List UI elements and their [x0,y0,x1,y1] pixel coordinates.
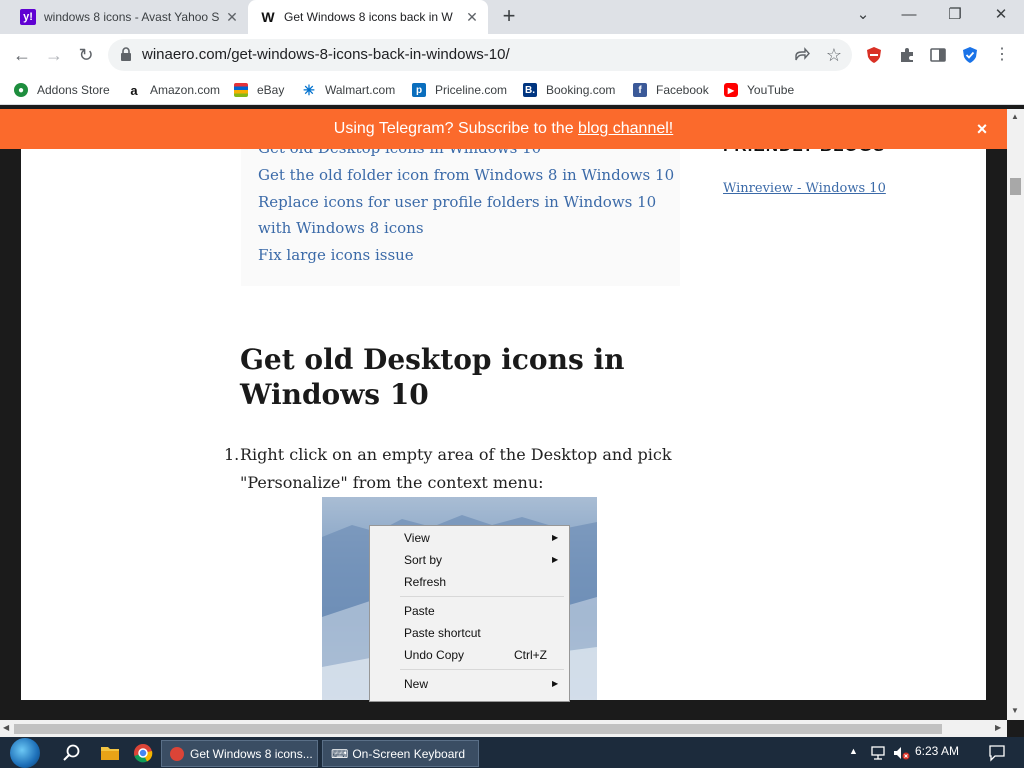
bookmark-youtube[interactable]: ▶ YouTube [724,81,794,99]
walmart-spark-icon: ✳ [303,81,315,98]
bookmark-label: Booking.com [546,83,616,97]
reload-icon[interactable]: ↻ [74,44,98,68]
share-icon[interactable] [792,45,812,65]
winaero-favicon-icon: W [261,9,275,25]
horizontal-scroll-thumb[interactable] [14,724,942,734]
toc-link-folder-icon[interactable]: Get the old folder icon from Windows 8 i… [258,162,674,188]
volume-muted-icon[interactable] [892,745,910,761]
lock-icon[interactable] [120,47,132,61]
search-icon[interactable] [62,743,82,763]
banner-close-icon[interactable]: × [974,119,990,140]
scroll-left-arrow-icon[interactable]: ◀ [3,723,9,732]
menu-item-new[interactable]: New [404,674,428,694]
bookmark-amazon[interactable]: a Amazon.com [127,81,220,99]
step-number: 1. [224,445,240,464]
sidebar-link-winreview[interactable]: Winreview - Windows 10 [723,181,886,196]
bookmark-label: Amazon.com [150,83,221,97]
blog-channel-link[interactable]: blog channel! [578,120,673,137]
vertical-scrollbar[interactable] [1007,109,1024,720]
bookmark-walmart[interactable]: ✳ Walmart.com [302,81,395,99]
ebay-icon [234,83,248,97]
restore-icon[interactable]: ❐ [932,0,978,32]
bookmark-facebook[interactable]: f Facebook [633,81,709,99]
show-hidden-icons-icon[interactable]: ▲ [849,746,858,756]
scroll-right-arrow-icon[interactable]: ▶ [995,723,1001,732]
adblock-shield-icon[interactable] [864,45,884,65]
close-window-icon[interactable]: ✕ [978,0,1024,32]
banner-text: Using Telegram? Subscribe to the blog ch… [0,120,1007,138]
bookmark-label: eBay [257,83,285,97]
bookmark-addons-store[interactable]: ● Addons Store [14,81,110,99]
addons-store-icon: ● [14,83,28,97]
facebook-icon: f [633,83,647,97]
bookmark-priceline[interactable]: p Priceline.com [412,81,507,99]
submenu-arrow-icon: ▶ [552,555,559,564]
bookmark-label: Facebook [656,83,709,97]
tab-winaero[interactable]: W Get Windows 8 icons back in W ✕ [248,0,488,34]
bookmark-label: Priceline.com [435,83,508,97]
action-center-icon[interactable] [988,744,1006,762]
security-shield-icon[interactable] [960,45,980,65]
toc-link-large-icons[interactable]: Fix large icons issue [258,242,414,268]
side-panel-icon[interactable] [928,45,948,65]
network-icon[interactable] [870,745,886,761]
bookmark-label: Walmart.com [325,83,396,97]
step-text: Right click on an empty area of the Desk… [240,445,672,492]
forward-icon[interactable]: → [42,44,66,68]
amazon-icon: a [130,82,138,98]
scroll-up-arrow-icon[interactable]: ▲ [1011,112,1019,121]
new-tab-icon[interactable]: + [496,4,522,30]
taskbar-item-chrome-window[interactable]: Get Windows 8 icons... [161,740,318,767]
tab-yahoo-search[interactable]: y! windows 8 icons - Avast Yahoo S ✕ [8,0,248,34]
taskbar-item-label: On-Screen Keyboard [352,746,466,761]
file-explorer-icon[interactable] [100,744,120,762]
taskbar-item-label: Get Windows 8 icons... [190,746,313,761]
menu-separator [400,596,564,597]
vertical-scroll-thumb[interactable] [1010,178,1021,195]
close-tab-icon[interactable]: ✕ [222,9,242,26]
menu-kebab-icon[interactable]: ⋮ [994,45,1010,65]
close-tab-icon[interactable]: ✕ [462,9,482,26]
menu-item-refresh[interactable]: Refresh [404,572,446,592]
chrome-small-icon [170,746,184,761]
start-button-icon[interactable] [10,738,40,768]
menu-shortcut-ctrl-z: Ctrl+Z [514,648,547,662]
minimize-icon[interactable]: — [886,0,932,32]
keyboard-icon: ⌨ [331,746,349,761]
url-text[interactable]: winaero.com/get-windows-8-icons-back-in-… [142,46,510,63]
chrome-icon[interactable] [133,743,153,763]
menu-item-undo-copy[interactable]: Undo Copy [404,645,464,665]
menu-item-paste-shortcut[interactable]: Paste shortcut [404,623,481,643]
bookmark-ebay[interactable]: eBay [234,81,284,99]
menu-item-sort-by[interactable]: Sort by [404,550,442,570]
scroll-down-arrow-icon[interactable]: ▼ [1011,706,1019,715]
submenu-arrow-icon: ▶ [552,533,559,542]
banner-message: Using Telegram? Subscribe to the [333,120,579,137]
tab-title: windows 8 icons - Avast Yahoo S [44,10,220,24]
toc-link-user-profile-folders[interactable]: Replace icons for user profile folders i… [258,189,668,241]
back-icon[interactable]: ← [10,44,34,68]
tab-title: Get Windows 8 icons back in W [284,10,453,24]
section-heading: Get old Desktop icons in Windows 10 [240,343,625,411]
context-menu: View ▶ Sort by ▶ Refresh Paste Paste sho… [369,525,570,702]
bookmark-booking[interactable]: B. Booking.com [523,81,615,99]
submenu-arrow-icon: ▶ [552,679,559,688]
booking-icon: B. [523,83,537,97]
bookmark-star-icon[interactable]: ☆ [824,45,844,65]
menu-separator [400,669,564,670]
priceline-icon: p [412,83,426,97]
bookmark-label: Addons Store [37,83,110,97]
youtube-icon: ▶ [724,83,738,97]
telegram-banner: Using Telegram? Subscribe to the blog ch… [0,109,1007,149]
menu-item-paste[interactable]: Paste [404,601,435,621]
tab-search-icon[interactable]: ⌄ [840,0,886,32]
bookmark-label: YouTube [747,83,795,97]
taskbar-item-on-screen-keyboard[interactable]: ⌨ On-Screen Keyboard [322,740,479,767]
extensions-icon[interactable] [897,45,917,65]
yahoo-favicon-icon: y! [20,9,36,25]
system-clock[interactable]: 6:23 AM [915,744,959,758]
menu-item-view[interactable]: View [404,528,430,548]
